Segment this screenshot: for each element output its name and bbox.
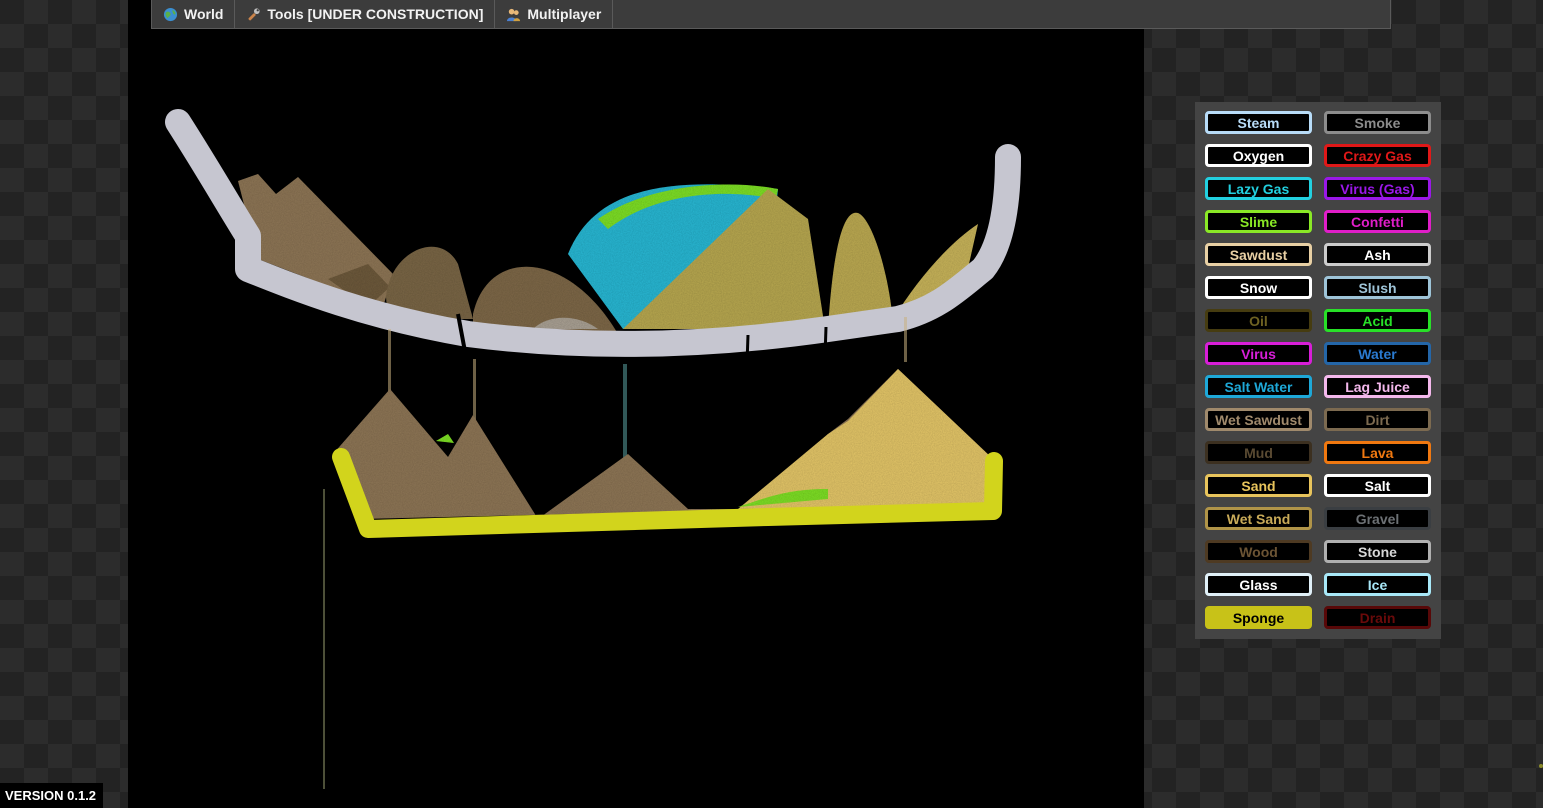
element-button-virus[interactable]: Virus (1205, 342, 1312, 365)
element-button-wet-sand[interactable]: Wet Sand (1205, 507, 1312, 530)
menu-multiplayer[interactable]: Multiplayer (495, 0, 614, 28)
element-button-slush[interactable]: Slush (1324, 276, 1431, 299)
wrench-icon (248, 7, 260, 20)
element-button-lag-juice[interactable]: Lag Juice (1324, 375, 1431, 398)
users-icon (507, 8, 521, 21)
element-button-snow[interactable]: Snow (1205, 276, 1312, 299)
element-button-water[interactable]: Water (1324, 342, 1431, 365)
menu-tools-label: Tools [UNDER CONSTRUCTION] (267, 6, 484, 22)
element-button-sponge[interactable]: Sponge (1205, 606, 1312, 629)
element-button-salt-water[interactable]: Salt Water (1205, 375, 1312, 398)
element-panel: Steam Smoke Oxygen Crazy Gas Lazy Gas Virus (… (1195, 102, 1441, 639)
menu-multiplayer-label: Multiplayer (527, 6, 602, 22)
element-button-glass[interactable]: Glass (1205, 573, 1312, 596)
element-button-virus-gas[interactable]: Virus (Gas) (1324, 177, 1431, 200)
element-button-smoke[interactable]: Smoke (1324, 111, 1431, 134)
element-button-ice[interactable]: Ice (1324, 573, 1431, 596)
element-button-lava[interactable]: Lava (1324, 441, 1431, 464)
element-button-slime[interactable]: Slime (1205, 210, 1312, 233)
element-button-oil[interactable]: Oil (1205, 309, 1312, 332)
element-button-crazy-gas[interactable]: Crazy Gas (1324, 144, 1431, 167)
top-menu-bar: World Tools [UNDER CONSTRUCTION] Multipl… (151, 0, 1391, 29)
element-grid: Steam Smoke Oxygen Crazy Gas Lazy Gas Virus (… (1205, 111, 1441, 629)
element-button-wood[interactable]: Wood (1205, 540, 1312, 563)
element-button-salt[interactable]: Salt (1324, 474, 1431, 497)
lower-deposits (333, 369, 998, 519)
element-button-steam[interactable]: Steam (1205, 111, 1312, 134)
menu-world-label: World (184, 6, 224, 22)
element-button-confetti[interactable]: Confetti (1324, 210, 1431, 233)
simulation-canvas[interactable] (128, 29, 1144, 808)
element-button-sand[interactable]: Sand (1205, 474, 1312, 497)
element-button-ash[interactable]: Ash (1324, 243, 1431, 266)
menu-world[interactable]: World (152, 0, 236, 28)
element-button-sawdust[interactable]: Sawdust (1205, 243, 1312, 266)
element-button-dirt[interactable]: Dirt (1324, 408, 1431, 431)
globe-icon (163, 7, 178, 21)
particle-streams (323, 317, 907, 789)
version-label: VERSION 0.1.2 (0, 783, 103, 808)
element-button-wet-sawdust[interactable]: Wet Sawdust (1205, 408, 1312, 431)
element-button-gravel[interactable]: Gravel (1324, 507, 1431, 530)
element-button-mud[interactable]: Mud (1205, 441, 1312, 464)
element-button-oxygen[interactable]: Oxygen (1205, 144, 1312, 167)
element-button-lazy-gas[interactable]: Lazy Gas (1205, 177, 1312, 200)
menu-tools[interactable]: Tools [UNDER CONSTRUCTION] (235, 0, 496, 28)
status-dot (1539, 764, 1543, 768)
element-button-acid[interactable]: Acid (1324, 309, 1431, 332)
element-button-stone[interactable]: Stone (1324, 540, 1431, 563)
element-button-drain[interactable]: Drain (1324, 606, 1431, 629)
